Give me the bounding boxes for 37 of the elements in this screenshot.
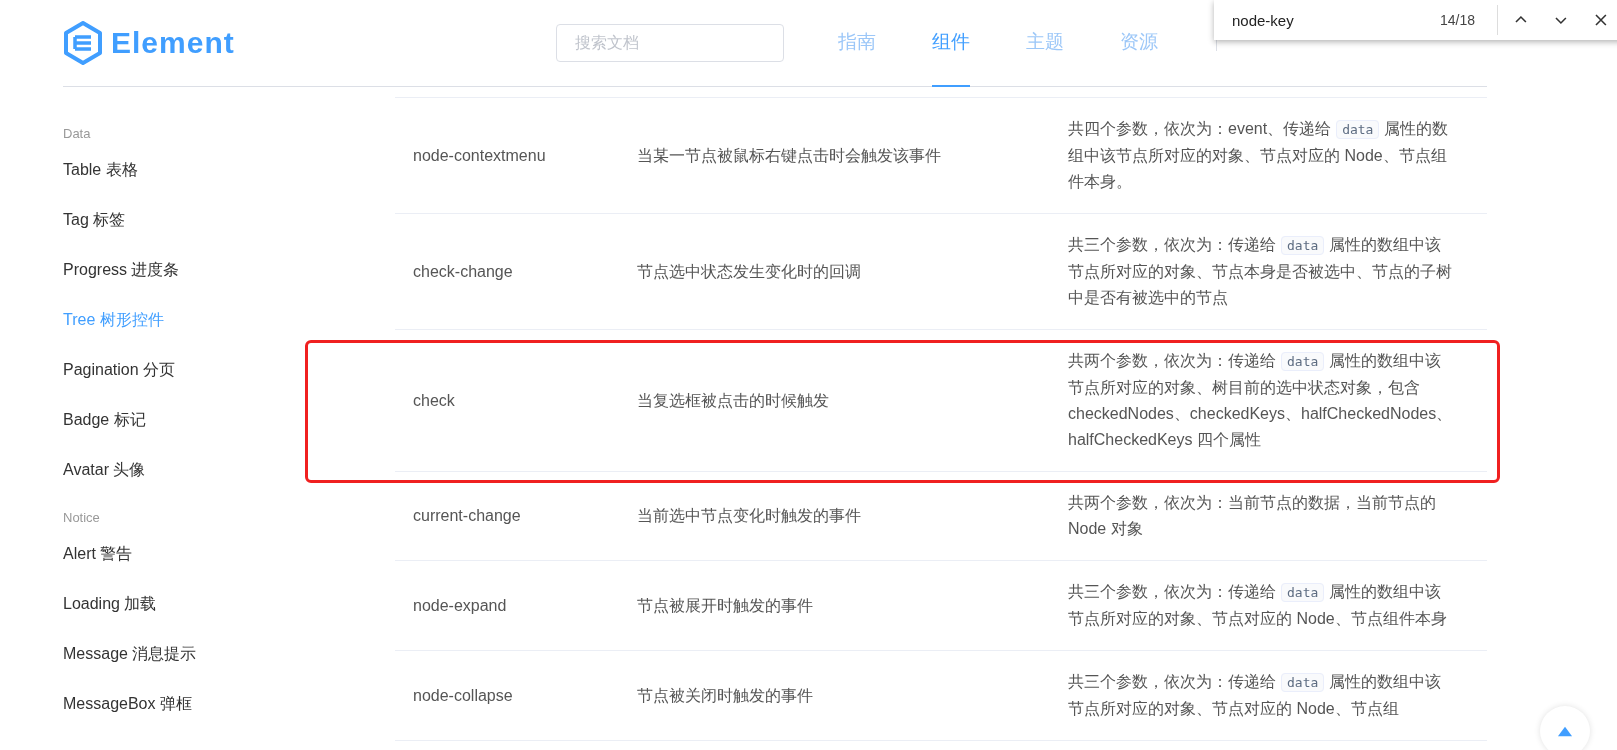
group-title: Data	[63, 125, 92, 143]
back-to-top-button[interactable]	[1540, 706, 1590, 750]
table-cell-text: current-change	[413, 506, 521, 526]
logo-icon	[63, 21, 103, 65]
sidebar-item[interactable]: Badge 标记	[63, 395, 332, 445]
table-cell-text: node-contextmenu	[413, 145, 546, 166]
close-icon[interactable]	[1594, 13, 1608, 27]
group-title: Notice	[63, 509, 101, 527]
sidebar-item[interactable]: Progress 进度条	[63, 245, 332, 295]
sidebar-item[interactable]: Avatar 头像	[63, 445, 332, 495]
match-count: 14/18	[1439, 12, 1476, 28]
table-cell-text: 当复选框被点击的时候触发	[637, 390, 829, 411]
table-cell-text: 共三个参数，依次为：传递给 data 属性的数组中该节点所对应的对象、节点本身是否被选中、节点的子树中是否有被选中的节点	[1067, 235, 1453, 308]
sidebar-item[interactable]: Pagination 分页	[63, 345, 332, 395]
sidebar-item[interactable]: Tag 标签	[63, 195, 332, 245]
table-cell-text: check	[413, 390, 455, 411]
find-query[interactable]: node-key	[1232, 11, 1440, 29]
table-cell-text: 共三个参数，依次为：传递给 data 属性的数组中该节点所对应的对象、节点对应的 Node、节点组件本身	[1067, 582, 1448, 629]
table-cell-text: 共四个参数，依次为：event、传递给 data 属性的数组中该节点所对应的对象、节点对应的 Node、节点组件本身。	[1067, 119, 1450, 192]
table-cell-text: node-expand	[413, 595, 507, 616]
table-cell-text: check-change	[413, 261, 513, 282]
sidebar-item[interactable]: Loading 加载	[63, 579, 332, 629]
table-cell-text: node-collapse	[413, 685, 513, 706]
table-cell-text: 当前选中节点变化时触发的事件	[637, 506, 861, 526]
table-cell-text: 节点选中状态发生变化时的回调	[637, 261, 861, 282]
table-cell-text: 共两个参数，依次为：当前节点的数据，当前节点的 Node 对象	[1067, 493, 1437, 539]
table-cell-text: 当某一节点被鼠标右键点击时会触发该事件	[637, 145, 941, 166]
sidebar-item[interactable]: Table 表格	[63, 145, 332, 195]
table-cell-text: 共三个参数，依次为：传递给 data 属性的数组中该节点所对应的对象、节点对应的 Node、节点组	[1067, 672, 1443, 719]
up-arrow-icon	[1557, 725, 1573, 737]
table-cell-text: 共两个参数，依次为：传递给 data 属性的数组中该节点所对应的对象、树目前的选中状态对象，包含 checkedNodes、checkedKeys、halfCheckedNodes、halfCheckedKeys 四个属性	[1067, 351, 1454, 450]
search-field[interactable]: 搜索文档	[556, 24, 784, 62]
sidebar-item[interactable]: Message 消息提示	[63, 629, 332, 679]
sidebar-item[interactable]: Alert 警告	[63, 529, 332, 579]
sidebar-item[interactable]: MessageBox 弹框	[63, 679, 332, 729]
table-cell-text: 节点被展开时触发的事件	[637, 595, 813, 616]
table-cell-text: 节点被关闭时触发的事件	[637, 685, 813, 706]
